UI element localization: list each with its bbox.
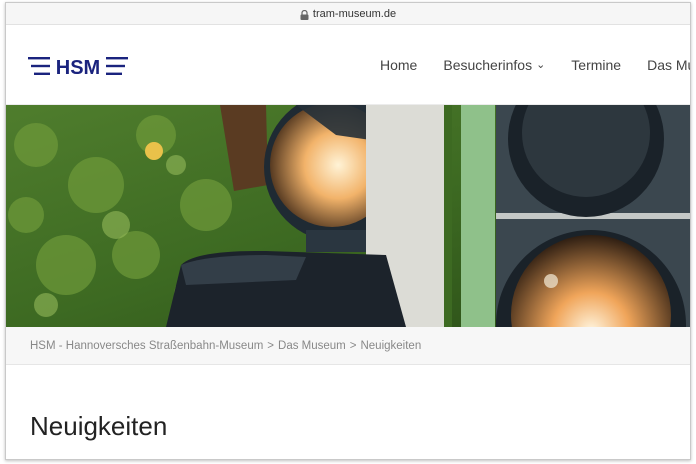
site-header: HSM Home Besucherinfos ⌄ Termine Das Mus… <box>6 25 690 105</box>
breadcrumb-separator: > <box>349 340 357 352</box>
nav-besucherinfos-label: Besucherinfos <box>443 57 533 73</box>
breadcrumb-separator: > <box>267 340 275 352</box>
nav-das-museum[interactable]: Das Museum <box>647 57 690 73</box>
nav-das-museum-label: Das Museum <box>647 57 690 73</box>
url-text: tram-museum.de <box>312 7 397 20</box>
nav-home-label: Home <box>380 57 418 73</box>
nav-termine[interactable]: Termine <box>571 57 621 73</box>
browser-window: tram-museum.de HSM Home Besucherinfos ⌄ <box>5 2 691 460</box>
chevron-down-icon: ⌄ <box>536 58 546 71</box>
nav-home[interactable]: Home <box>380 57 417 73</box>
nav-termine-label: Termine <box>571 57 622 73</box>
site-logo[interactable]: HSM <box>28 55 128 77</box>
breadcrumb-item-home[interactable]: HSM - Hannoversches Straßenbahn-Museum <box>30 340 263 352</box>
traffic-light-photo <box>6 105 690 327</box>
breadcrumb-item-current: Neuigkeiten <box>360 340 422 352</box>
address-bar[interactable]: tram-museum.de <box>6 3 690 25</box>
lock-icon <box>300 9 309 20</box>
logo-text: HSM <box>56 57 100 77</box>
nav-besucherinfos[interactable]: Besucherinfos ⌄ <box>443 57 545 73</box>
hero-image <box>6 105 690 327</box>
breadcrumb-item-das-museum[interactable]: Das Museum <box>278 340 346 352</box>
breadcrumb: HSM - Hannoversches Straßenbahn-Museum > D… <box>6 327 690 365</box>
main-nav: Home Besucherinfos ⌄ Termine Das Museum <box>380 57 690 73</box>
page-title: Neuigkeiten <box>30 411 168 441</box>
